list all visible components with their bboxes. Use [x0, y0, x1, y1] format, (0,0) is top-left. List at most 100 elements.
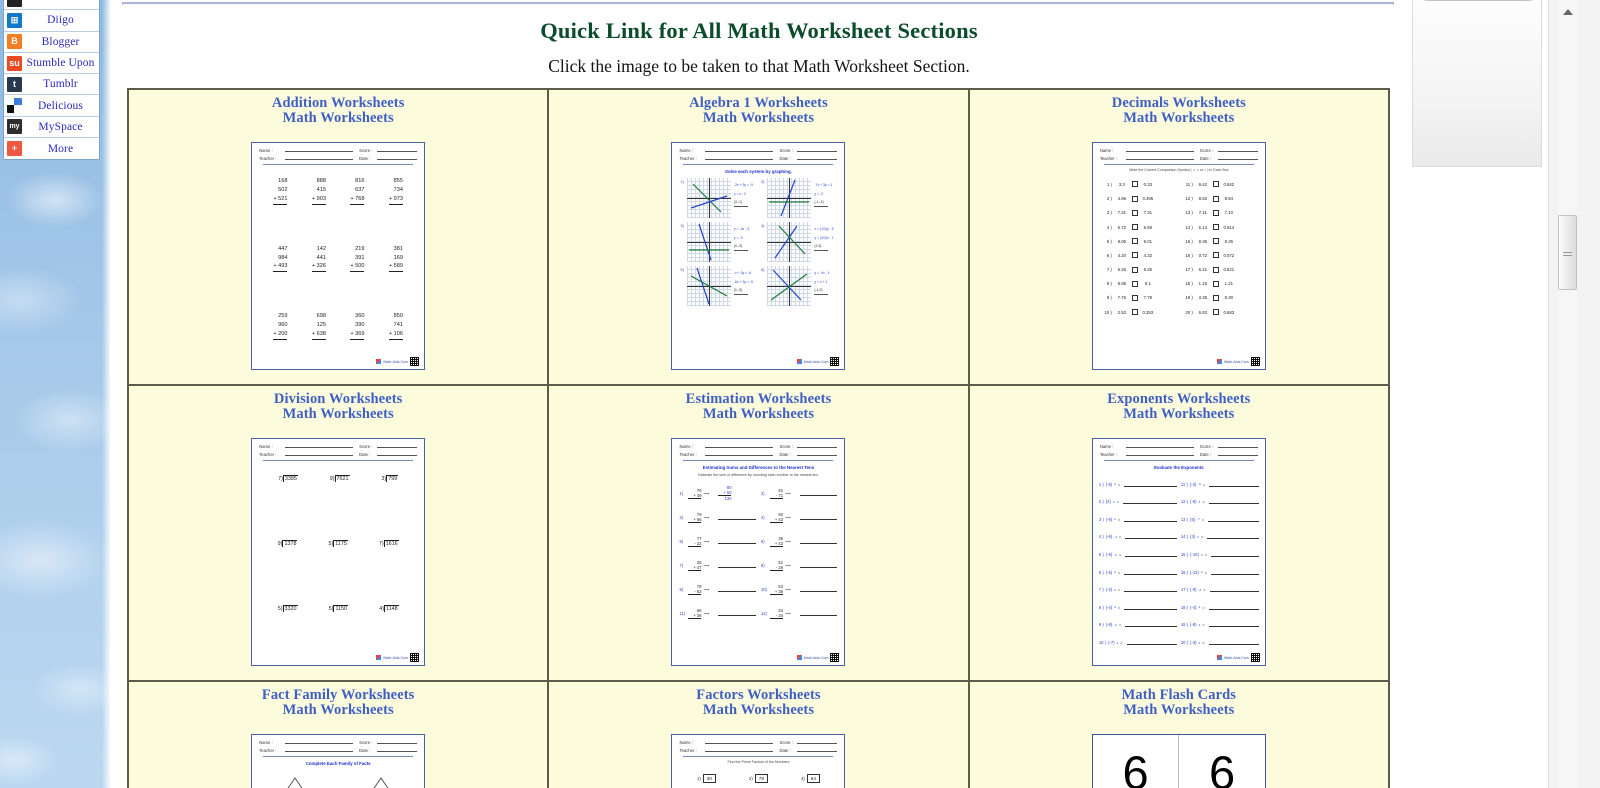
share-item-stumbleupon[interactable]: su Stumble Upon	[4, 52, 99, 75]
answer-box[interactable]	[1131, 195, 1138, 202]
algebra-problem: 3) y = -3x - 3y = -3 (0,-3)	[680, 222, 756, 263]
division-problem: 5) 1150	[328, 605, 349, 613]
share-item-delicious[interactable]: Delicious	[4, 95, 99, 117]
share-item-tumblr[interactable]: t Tumblr	[4, 74, 99, 96]
worksheet-cell-estimation[interactable]: Estimation Worksheets Math Worksheets Na…	[549, 386, 970, 682]
answer-box[interactable]	[1212, 209, 1219, 216]
worksheet-thumbnail-factors[interactable]: Name : Score : Teacher : Date : Find the P…	[671, 734, 846, 788]
cell-title-line1: Algebra 1 Worksheets	[689, 95, 828, 111]
exponent-row: 14 ) (3) 3 =	[1181, 528, 1259, 546]
vertical-scrollbar[interactable]	[1548, 0, 1600, 788]
answer-box[interactable]	[1131, 238, 1138, 245]
addition-column: 816 637 + 768	[350, 177, 365, 205]
worksheet-header: Name : Score : Teacher : Date :	[672, 735, 844, 758]
ws-label-name: Name :	[679, 148, 693, 153]
share-item-label: Blogger	[41, 35, 80, 48]
answer-box[interactable]	[1131, 309, 1138, 316]
ws-label-score: Score :	[359, 148, 373, 153]
addition-column: 360 390 + 369	[350, 312, 365, 340]
ws-label-date: Date :	[1199, 156, 1212, 162]
fact-triangle	[280, 776, 310, 788]
answer-box[interactable]	[1212, 224, 1219, 231]
estimation-row: 5) 77- 22 ⟶	[679, 529, 756, 553]
algebra-problem: 1) -2x + 3y = -9 y = x - 2 (3,-1)	[680, 178, 756, 219]
exponent-row: 16 ) (-12) 2 =	[1181, 563, 1259, 581]
cell-title-line1: Factors Worksheets	[696, 687, 821, 703]
worksheet-cell-fact-family[interactable]: Fact Family Worksheets Math Worksheets N…	[129, 682, 550, 788]
share-item-diigo[interactable]: ⊞ Diigo	[4, 10, 99, 32]
scrollbar-track[interactable]	[1558, 0, 1577, 788]
addition-column: 381 169 + 589	[388, 245, 403, 273]
answer-box[interactable]	[1212, 280, 1219, 287]
answer-box[interactable]	[1131, 266, 1138, 273]
factors-problem: 2) 78	[749, 774, 768, 784]
exponent-row: 19 ) (-9) 3 =	[1181, 616, 1259, 634]
worksheet-header: Name : Score : Teacher : Date :	[252, 439, 424, 462]
estimation-column-right: 2) 81- 71 ⟶ 4) 92 + 43 ⟶ 6) 36 + 43 ⟶ 8) 51- 26 ⟶ …	[761, 481, 838, 625]
ws-label-teacher: Teacher :	[1099, 156, 1118, 162]
main-content: Quick Link for All Math Worksheet Sectio…	[120, 0, 1398, 788]
division-row: 7) 3385 9) 7621 3) 799	[252, 475, 424, 483]
ws-label-date: Date :	[779, 748, 791, 754]
share-item-label: More	[47, 142, 74, 155]
worksheet-thumbnail-division[interactable]: Name : Score : Teacher : Date : 7) 3385 9) 7…	[251, 438, 426, 666]
worksheet-thumbnail-algebra1[interactable]: Name : Score : Teacher : Date : Solve each…	[671, 142, 846, 370]
worksheet-thumbnail-fact-family[interactable]: Name : Score : Teacher : Date : Complete E…	[251, 734, 426, 788]
addition-problem-row: 447 984 + 493 142 441 + 326 219 391 + 500 381 1…	[252, 245, 424, 273]
ws-label-name: Name :	[679, 444, 693, 449]
worksheet-cell-division[interactable]: Division Worksheets Math Worksheets Name…	[129, 386, 550, 682]
estimation-row: 7) 26 + 47 ⟶	[679, 553, 756, 577]
addition-column: 855 734 + 973	[388, 177, 403, 205]
worksheet-header: Name : Score : Teacher : Date :	[1093, 439, 1265, 462]
decimals-row: 2 ) 4.96 0.496	[1106, 195, 1154, 202]
worksheet-cell-flash-cards[interactable]: Math Flash Cards Math Worksheets 6 6	[969, 682, 1390, 788]
cell-title: Factors Worksheets Math Worksheets	[549, 682, 967, 718]
answer-box[interactable]	[1212, 238, 1219, 245]
answer-box[interactable]	[1131, 280, 1138, 287]
addition-column: 447 984 + 493	[273, 245, 288, 273]
share-item-myspace[interactable]: my MySpace	[4, 116, 99, 139]
fact-family-triangles	[252, 776, 424, 788]
factors-problem: 1) 30	[697, 774, 716, 784]
cell-title-line2: Math Worksheets	[702, 701, 815, 718]
advertisement-image[interactable]	[1412, 0, 1542, 167]
answer-box[interactable]	[1212, 266, 1219, 273]
answer-box[interactable]	[1212, 181, 1219, 188]
answer-box[interactable]	[1131, 209, 1138, 216]
share-item-blogger[interactable]: B Blogger	[4, 31, 99, 53]
share-item-partial[interactable]	[4, 0, 99, 11]
answer-box[interactable]	[1131, 252, 1138, 259]
tumblr-icon: t	[7, 76, 22, 92]
addition-problem-row: 259 960 + 200 698 125 + 638 360 390 + 369 850 7…	[252, 312, 424, 340]
ws-label-date: Date :	[359, 748, 371, 754]
social-share-widget[interactable]: ⊞ Diigo B Blogger su Stumble Upon t Tumb…	[3, 0, 100, 161]
scrollbar-thumb[interactable]	[1558, 215, 1577, 290]
worksheet-cell-exponents[interactable]: Exponents Worksheets Math Worksheets Nam…	[969, 386, 1390, 682]
top-divider	[122, 2, 1394, 5]
exponent-row: 8 ) (-4) 3 =	[1099, 599, 1177, 617]
answer-box[interactable]	[1131, 224, 1138, 231]
share-item-more[interactable]: + More	[4, 138, 99, 160]
answer-box[interactable]	[1131, 181, 1138, 188]
worksheet-thumbnail-estimation[interactable]: Name : Score : Teacher : Date : Estimating…	[671, 438, 846, 666]
answer-box[interactable]	[1212, 294, 1219, 301]
worksheet-cell-algebra1[interactable]: Algebra 1 Worksheets Math Worksheets Nam…	[549, 90, 970, 386]
answer-box[interactable]	[1212, 195, 1219, 202]
worksheet-cell-addition[interactable]: Addition Worksheets Math Worksheets Name…	[129, 90, 550, 386]
worksheet-thumbnail-flash-cards[interactable]: 6 6	[1091, 734, 1266, 788]
worksheet-thumbnail-exponents[interactable]: Name : Score : Teacher : Date : Evaluate t…	[1091, 438, 1266, 666]
watermark-text: Math-Aids.Com	[383, 655, 409, 660]
answer-box[interactable]	[1212, 309, 1219, 316]
ws-label-name: Name :	[259, 444, 273, 449]
division-problem: 9) 7621	[329, 475, 350, 483]
division-problem: 7) 1616	[378, 540, 399, 548]
math-aids-logo-icon	[376, 359, 382, 364]
worksheet-thumbnail-addition[interactable]: Name : Score : Teacher : Date : 168 502 + 52…	[251, 142, 426, 370]
watermark-text: Math-Aids.Com	[803, 359, 829, 364]
worksheet-cell-decimals[interactable]: Decimals Worksheets Math Worksheets Name…	[969, 90, 1390, 386]
answer-box[interactable]	[1131, 294, 1138, 301]
worksheet-cell-factors[interactable]: Factors Worksheets Math Worksheets Name …	[549, 682, 970, 788]
worksheet-thumbnail-decimals[interactable]: Name : Score : Teacher : Date : Write the …	[1091, 142, 1266, 370]
answer-box[interactable]	[1212, 252, 1219, 259]
scroll-up-button[interactable]	[1558, 3, 1577, 20]
